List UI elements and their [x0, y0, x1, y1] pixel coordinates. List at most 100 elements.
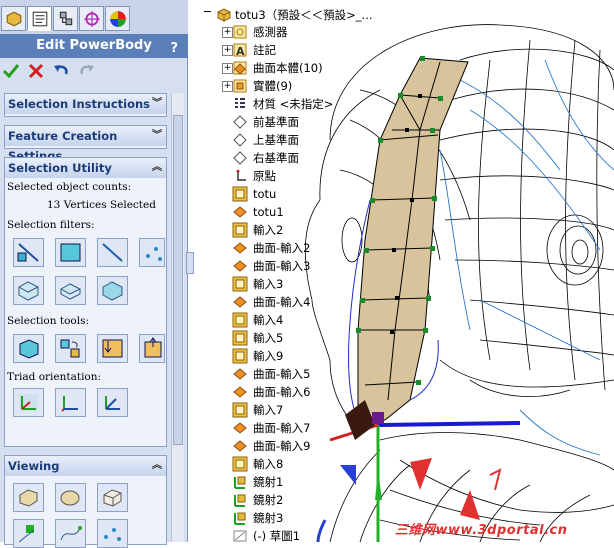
filters-label: Selection filters: — [7, 219, 95, 231]
surface-icon — [233, 368, 247, 380]
view-control-points-button[interactable] — [13, 519, 44, 548]
section-header[interactable]: Selection Utility ︽ — [5, 158, 166, 178]
tree-root-label: totu3（預設＜＜預設>_... — [235, 8, 373, 22]
filter-vertices-button[interactable] — [13, 238, 44, 267]
plane-icon — [233, 115, 247, 129]
import-icon — [232, 312, 248, 328]
panel-scrollbar[interactable] — [171, 93, 184, 542]
view-wireframe-button[interactable] — [97, 483, 128, 512]
undo-icon[interactable] — [52, 62, 70, 80]
triad-label: Triad orientation: — [7, 371, 102, 383]
tree-item-label: 輸入5 — [253, 331, 284, 345]
box-select-icon — [18, 281, 39, 301]
filter-region-button[interactable] — [55, 276, 86, 305]
filter-volume-button[interactable] — [97, 276, 128, 305]
selection-instructions-section[interactable]: Selection Instructions ︾ — [4, 93, 167, 117]
select-all-button[interactable] — [13, 334, 44, 363]
chevron-down-icon[interactable]: ︾ — [152, 126, 162, 146]
tree-item-label: 輸入4 — [253, 313, 284, 327]
tree-item-label: 輸入3 — [253, 277, 284, 291]
watermark: 三维网www.3dportal.cn — [395, 523, 568, 538]
svg-text:A: A — [236, 45, 245, 58]
tree-item-label: 曲面-輸入9 — [253, 439, 311, 453]
face-filter-icon — [60, 243, 81, 262]
tree-item-label: 曲面-輸入3 — [253, 259, 311, 273]
tree-item-label: 材質 <未指定> — [253, 97, 334, 111]
configurationmanager-tab[interactable] — [53, 6, 78, 31]
configuration-icon — [59, 11, 73, 26]
part-icon — [6, 11, 22, 27]
panel-splitter-handle[interactable] — [186, 252, 194, 274]
propertymanager-tab[interactable] — [27, 6, 52, 31]
section-header[interactable]: Selection Instructions ︾ — [5, 94, 166, 114]
import-icon — [232, 330, 248, 346]
tree-item-label: 輸入7 — [253, 403, 284, 417]
invert-icon — [60, 339, 80, 358]
tree-item-label: 鏡射1 — [253, 475, 284, 489]
shaded-box-icon — [19, 489, 38, 507]
vertex-filter-icon — [17, 243, 39, 262]
shrink-selection-button[interactable] — [139, 334, 165, 363]
edge-filter-icon — [102, 243, 123, 262]
tree-item-label: 曲面-輸入7 — [253, 421, 311, 435]
redo-icon[interactable] — [78, 62, 96, 80]
filter-points-button[interactable] — [139, 238, 165, 267]
volume-select-icon — [102, 281, 123, 301]
tree-root[interactable]: totu3（預設＜＜預設>_... — [204, 6, 447, 24]
triad-global-icon — [19, 394, 38, 411]
tree-item-label: 前基準面 — [253, 115, 299, 129]
tree-item-label: (-) 草圖1 — [253, 529, 301, 543]
triad-view-button[interactable] — [97, 388, 128, 417]
crosshair-icon — [84, 11, 100, 27]
cancel-x-icon[interactable] — [27, 62, 45, 80]
tree-item-label: 曲面-輸入6 — [253, 385, 311, 399]
triad-local-icon — [61, 396, 78, 412]
view-smooth-button[interactable] — [55, 483, 86, 512]
section-header[interactable]: Feature Creation Settings ︾ — [5, 126, 166, 163]
origin-icon — [236, 169, 246, 181]
selection-utility-section: Selection Utility ︽ Selected object count… — [4, 157, 167, 447]
filter-edges-button[interactable] — [97, 238, 128, 267]
surface-bodies-icon — [233, 61, 247, 75]
plane-icon — [233, 151, 247, 165]
grow-selection-button[interactable] — [97, 334, 128, 363]
solid-bodies-icon — [233, 79, 247, 93]
tree-item-label: 曲面-輸入2 — [253, 241, 311, 255]
propertymanager-actions — [0, 58, 188, 86]
cube-icon — [19, 339, 39, 359]
triad-local-button[interactable] — [55, 388, 86, 417]
display-tab[interactable] — [105, 6, 130, 31]
view-curves-button[interactable] — [55, 519, 86, 548]
tools-label: Selection tools: — [7, 315, 90, 327]
filter-faces-button[interactable] — [55, 238, 86, 267]
counts-value: 13 Vertices Selected — [47, 199, 156, 211]
grow-icon — [102, 339, 123, 358]
tree-item-label: 鏡射2 — [253, 493, 284, 507]
tree-item-label: 上基準面 — [253, 133, 299, 147]
tree-item-label: 輸入9 — [253, 349, 284, 363]
triad-global-button[interactable] — [13, 388, 44, 417]
view-points-button[interactable] — [97, 519, 128, 548]
propertymanager-title-text: Edit PowerBody — [36, 38, 152, 53]
chevron-up-icon[interactable]: ︽ — [152, 158, 162, 178]
ok-check-icon[interactable] — [2, 62, 20, 80]
section-header[interactable]: Viewing ︽ — [5, 456, 166, 476]
view-shaded-button[interactable] — [13, 483, 44, 512]
propertymanager-panel: Edit PowerBody ? Selection Instructions ︾… — [0, 0, 188, 548]
surface-icon — [233, 422, 247, 434]
tree-item-label: 註記 — [253, 43, 276, 57]
collapse-toggle[interactable] — [204, 11, 211, 12]
import-icon — [232, 222, 248, 238]
tree-item-label: 曲面-輸入4 — [253, 295, 311, 309]
filter-box-button[interactable] — [13, 276, 44, 305]
surface-icon — [233, 260, 247, 272]
chevron-up-icon[interactable]: ︽ — [152, 456, 162, 476]
dimxpert-tab[interactable] — [79, 6, 104, 31]
featuremanager-tab[interactable] — [1, 6, 26, 31]
chevron-down-icon[interactable]: ︾ — [152, 94, 162, 114]
properties-icon — [32, 11, 48, 27]
invert-selection-button[interactable] — [55, 334, 86, 363]
region-select-icon — [59, 283, 82, 300]
feature-creation-settings-section[interactable]: Feature Creation Settings ︾ — [4, 125, 167, 163]
scrollbar-thumb[interactable] — [173, 115, 183, 445]
